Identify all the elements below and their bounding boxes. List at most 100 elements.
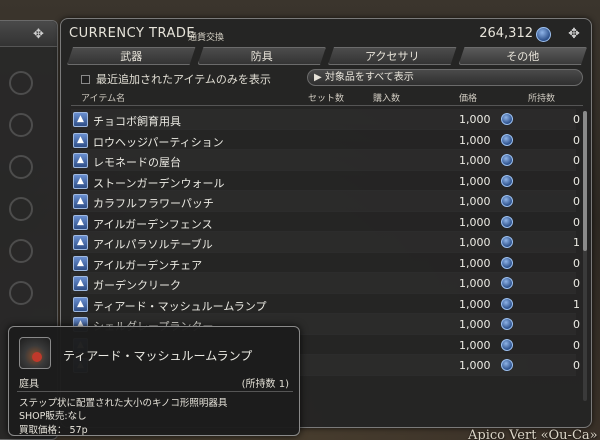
item-owned-count: 0 bbox=[573, 277, 580, 290]
item-row[interactable]: ▲ カラフルフラワーパッチ 1,000 0 bbox=[71, 191, 580, 212]
currency-icon bbox=[501, 133, 513, 146]
item-price: 1,000 bbox=[459, 256, 491, 270]
housing-item-icon: ▲ bbox=[73, 112, 88, 127]
currency-icon bbox=[501, 174, 513, 187]
currency-icon bbox=[501, 359, 513, 371]
item-price: 1,000 bbox=[459, 318, 491, 331]
housing-item-icon: ▲ bbox=[73, 276, 88, 291]
item-name: ティアード・マッシュルームランプ bbox=[93, 299, 267, 313]
item-row[interactable]: ▲ ストーンガーデンウォール 1,000 0 bbox=[71, 171, 580, 191]
scene-caption: Apico Vert «Ou-Ca» bbox=[468, 428, 598, 440]
item-owned-count: 0 bbox=[573, 195, 580, 208]
list-scrollbar[interactable] bbox=[583, 111, 587, 401]
column-headers: アイテム名 セット数 購入数 価格 所持数 bbox=[61, 91, 591, 105]
column-header-set: セット数 bbox=[308, 94, 345, 104]
currency-icon bbox=[536, 27, 551, 42]
item-name: アイルガーデンフェンス bbox=[93, 217, 213, 231]
currency-icon bbox=[501, 113, 513, 125]
header-divider bbox=[71, 105, 583, 106]
item-tooltip: ティアード・マッシュルームランプ 庭具 (所持数 1) ステップ状に配置された大… bbox=[8, 326, 300, 436]
item-name: レモネードの屋台 bbox=[93, 156, 181, 169]
item-price: 1,000 bbox=[459, 236, 491, 249]
item-owned-count: 1 bbox=[573, 236, 580, 249]
item-price: 1,000 bbox=[459, 359, 491, 372]
item-owned-count: 0 bbox=[573, 113, 580, 126]
item-row[interactable]: ▲ アイルガーデンフェンス 1,000 0 bbox=[71, 212, 580, 232]
currency-icon bbox=[501, 297, 513, 310]
item-price: 1,000 bbox=[459, 297, 491, 311]
tooltip-description-text: ステップ状に配置された大小のキノコ形照明器具 bbox=[19, 398, 228, 409]
item-price: 1,000 bbox=[459, 154, 491, 167]
equipment-slot-icon[interactable] bbox=[9, 281, 33, 305]
tooltip-item-name: ティアード・マッシュルームランプ bbox=[63, 349, 253, 363]
tooltip-sell-price: 買取価格： 57p bbox=[19, 425, 88, 436]
tab-armor[interactable]: 防具 bbox=[198, 47, 327, 65]
scrollbar-thumb[interactable] bbox=[583, 111, 587, 251]
currency-icon bbox=[501, 195, 513, 207]
side-panel-titlebar bbox=[0, 21, 57, 47]
equipment-slot-icon[interactable] bbox=[9, 197, 33, 221]
tab-weapons[interactable]: 武器 bbox=[67, 47, 196, 65]
item-price: 1,000 bbox=[459, 133, 491, 147]
equipment-slot-icon[interactable] bbox=[9, 155, 33, 179]
settings-icon[interactable]: ✥ bbox=[33, 27, 44, 42]
item-name: ストーンガーデンウォール bbox=[93, 176, 225, 190]
tooltip-divider bbox=[17, 391, 293, 392]
item-row[interactable]: ▲ チョコボ飼育用具 1,000 0 bbox=[71, 109, 580, 130]
tab-other[interactable]: その他 bbox=[459, 47, 588, 65]
item-price: 1,000 bbox=[459, 174, 491, 188]
equipment-slot-icon[interactable] bbox=[9, 239, 33, 263]
item-owned-count: 0 bbox=[573, 318, 580, 331]
equipment-slot-icon[interactable] bbox=[9, 71, 33, 95]
currency-icon bbox=[501, 236, 513, 248]
column-header-item: アイテム名 bbox=[81, 94, 126, 104]
currency-amount: 264,312 bbox=[479, 26, 533, 41]
housing-item-icon: ▲ bbox=[73, 153, 88, 168]
item-row[interactable]: ▲ ロウヘッジパーティション 1,000 0 bbox=[71, 130, 580, 150]
item-price: 1,000 bbox=[459, 195, 491, 208]
housing-item-icon: ▲ bbox=[73, 173, 88, 189]
category-tabs: 武器 防具 アクセサリ その他 bbox=[67, 47, 587, 67]
equipment-slot-icon[interactable] bbox=[9, 113, 33, 137]
currency-icon bbox=[501, 277, 513, 289]
item-price: 1,000 bbox=[459, 277, 491, 290]
currency-icon bbox=[501, 256, 513, 269]
housing-item-icon: ▲ bbox=[73, 255, 88, 271]
recent-only-toggle[interactable]: 最近追加されたアイテムのみを表示 bbox=[81, 71, 271, 87]
item-row[interactable]: ▲ ガーデンクリーク 1,000 0 bbox=[71, 273, 580, 294]
tooltip-description: ステップ状に配置された大小のキノコ形照明器具 SHOP販売:なし bbox=[19, 397, 227, 423]
item-owned-count: 0 bbox=[573, 174, 580, 188]
tooltip-category: 庭具 bbox=[19, 379, 39, 390]
window-options-icon[interactable]: ✥ bbox=[565, 25, 583, 43]
tab-accessories[interactable]: アクセサリ bbox=[328, 47, 457, 65]
item-owned-count: 0 bbox=[573, 215, 580, 229]
item-owned-count: 0 bbox=[573, 359, 580, 372]
currency-icon bbox=[501, 215, 513, 228]
currency-icon bbox=[501, 338, 513, 351]
window-title: CURRENCY TRADE bbox=[69, 26, 196, 41]
housing-item-icon: ▲ bbox=[73, 132, 88, 148]
item-price: 1,000 bbox=[459, 338, 491, 352]
recent-only-label: 最近追加されたアイテムのみを表示 bbox=[96, 73, 271, 86]
item-owned-count: 1 bbox=[573, 297, 580, 311]
item-owned-count: 0 bbox=[573, 154, 580, 167]
item-row[interactable]: ▲ アイルガーデンチェア 1,000 0 bbox=[71, 253, 580, 273]
currency-icon bbox=[501, 154, 513, 166]
housing-item-icon: ▲ bbox=[73, 235, 88, 250]
item-row[interactable]: ▲ ティアード・マッシュルームランプ 1,000 1 bbox=[71, 294, 580, 314]
tooltip-owned: (所持数 1) bbox=[241, 379, 289, 390]
column-header-buy: 購入数 bbox=[373, 94, 401, 104]
item-owned-count: 0 bbox=[573, 338, 580, 352]
item-row[interactable]: ▲ レモネードの屋台 1,000 0 bbox=[71, 150, 580, 171]
item-row[interactable]: ▲ アイルパラソルテーブル 1,000 1 bbox=[71, 232, 580, 253]
housing-item-icon: ▲ bbox=[73, 194, 88, 209]
item-price: 1,000 bbox=[459, 215, 491, 229]
item-name: アイルパラソルテーブル bbox=[93, 238, 213, 251]
column-header-price: 価格 bbox=[459, 94, 478, 104]
housing-item-icon: ▲ bbox=[73, 296, 88, 312]
item-owned-count: 0 bbox=[573, 133, 580, 147]
column-header-owned: 所持数 bbox=[528, 94, 556, 104]
show-all-button[interactable]: ▶ 対象品をすべて表示 bbox=[307, 69, 583, 86]
item-name: カラフルフラワーパッチ bbox=[93, 197, 214, 210]
recent-only-checkbox[interactable] bbox=[81, 75, 90, 84]
